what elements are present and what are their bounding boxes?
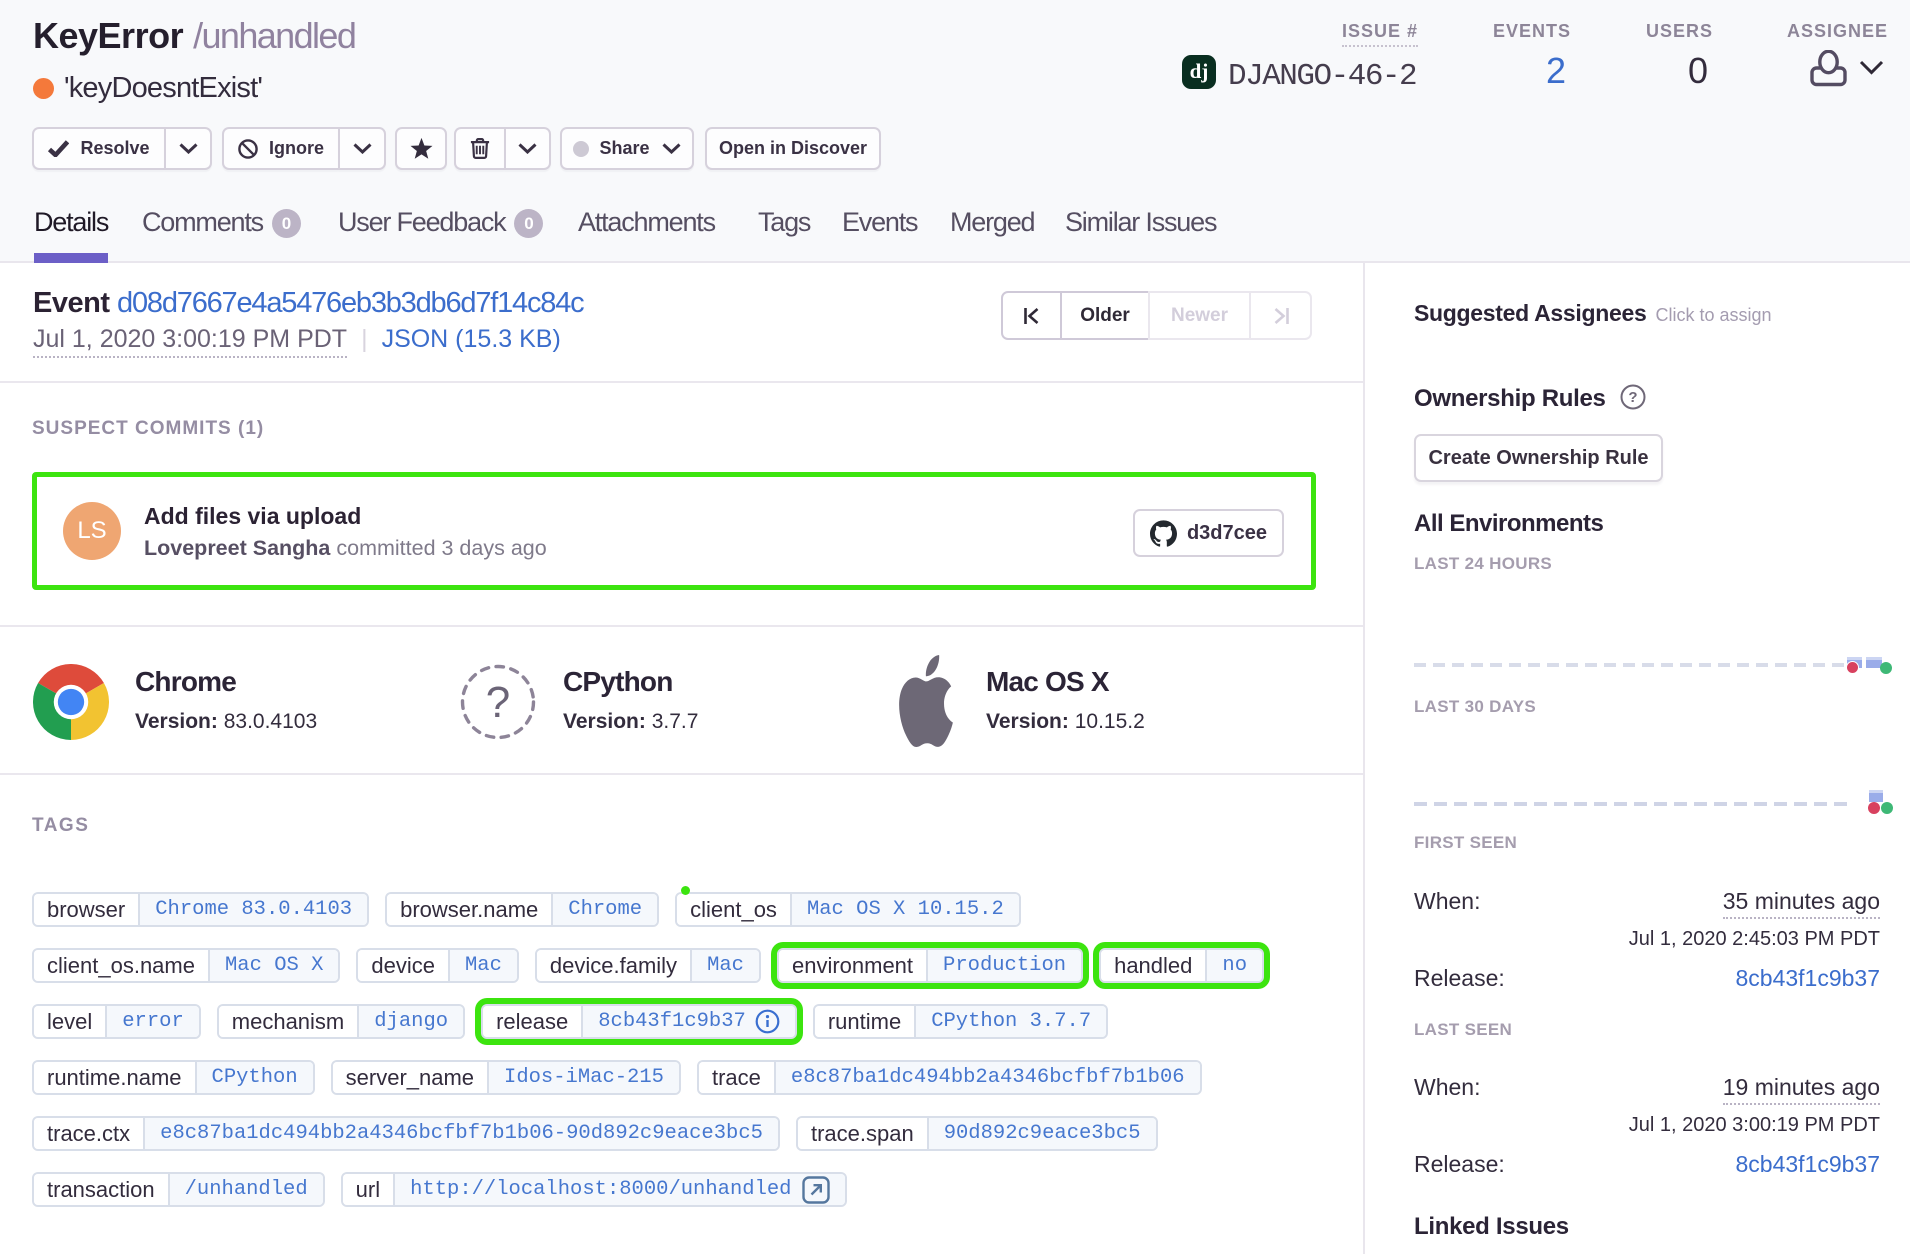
svg-text:?: ?: [486, 678, 510, 727]
svg-text:?: ?: [1628, 389, 1637, 406]
